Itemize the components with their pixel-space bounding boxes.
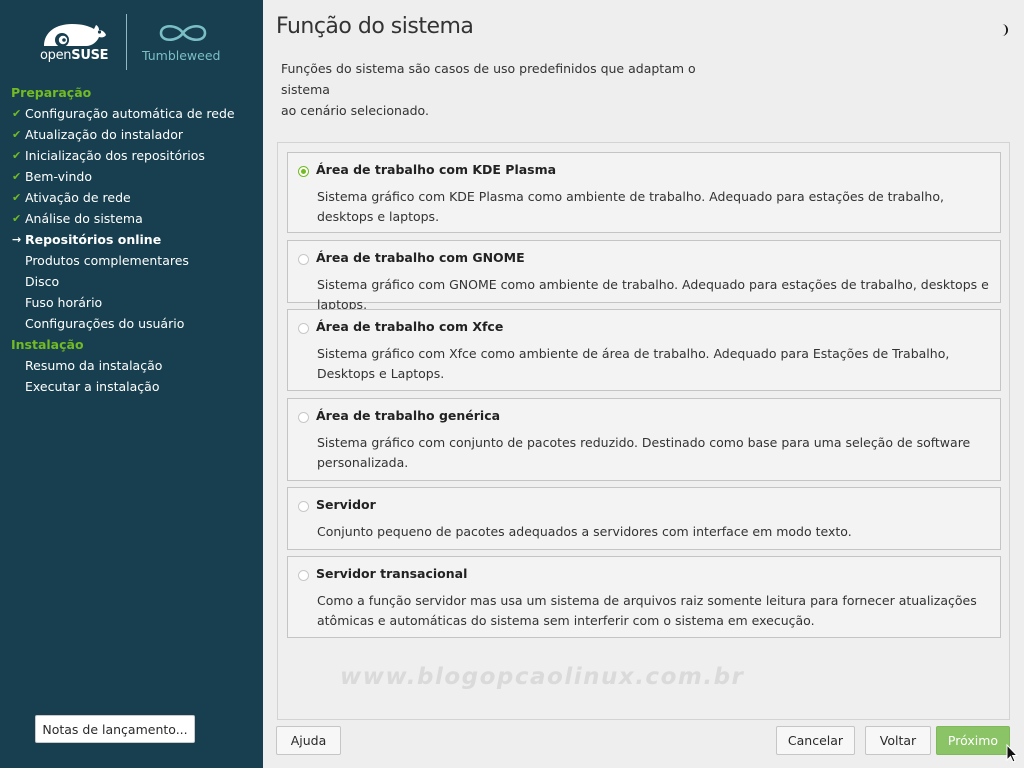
sidebar-step: Resumo da instalação: [0, 355, 263, 376]
gecko-icon: [44, 24, 106, 47]
sidebar-section-title: Preparação: [11, 85, 92, 100]
sidebar-step-label: Resumo da instalação: [25, 358, 163, 373]
cancel-button[interactable]: Cancelar: [776, 726, 855, 755]
checkmark-icon: ✔: [12, 107, 22, 120]
system-role-option[interactable]: Área de trabalho genérica Sistema gráfico…: [287, 398, 1001, 481]
arrow-right-icon: →: [12, 233, 22, 246]
system-role-description: Conjunto pequeno de pacotes adequados a …: [317, 524, 852, 539]
infinity-icon: [159, 24, 207, 42]
system-role-option[interactable]: Área de trabalho com Xfce Sistema gráfico…: [287, 309, 1001, 391]
intro-line: ao cenário selecionado.: [281, 103, 429, 118]
sidebar-step-label: Atualização do instalador: [25, 127, 184, 142]
system-role-title[interactable]: Área de trabalho genérica: [316, 408, 500, 423]
radio-icon[interactable]: [298, 412, 309, 423]
intro-text: Funções do sistema são casos de uso pred…: [281, 58, 741, 121]
sidebar: openSUSE Tumbleweed Preparação ✔ Configura…: [0, 0, 263, 768]
sidebar-step-label: Configurações do usuário: [25, 316, 185, 331]
sidebar-step-label: Análise do sistema: [25, 211, 143, 226]
release-notes-button[interactable]: Notas de lançamento...: [35, 715, 195, 743]
sidebar-step: Fuso horário: [0, 292, 263, 313]
mouse-cursor-icon: [1006, 744, 1018, 763]
opensuse-logo-text: openSUSE: [40, 48, 109, 63]
sidebar-step: Configurações do usuário: [0, 313, 263, 334]
sidebar-step: Produtos complementares: [0, 250, 263, 271]
system-role-description: Sistema gráfico com Xfce como ambiente d…: [317, 346, 950, 381]
checkmark-icon: ✔: [12, 149, 22, 162]
theme-toggle-icon[interactable]: [993, 22, 1009, 38]
system-role-option[interactable]: Área de trabalho com GNOME Sistema gráfic…: [287, 240, 1001, 312]
radio-selected-icon[interactable]: [298, 166, 309, 177]
logo-divider: [126, 14, 127, 70]
help-button[interactable]: Ajuda: [276, 726, 341, 755]
checkmark-icon: ✔: [12, 212, 22, 225]
sidebar-step-label: Produtos complementares: [25, 253, 189, 268]
sidebar-step: Disco: [0, 271, 263, 292]
system-role-option[interactable]: Servidor Conjunto pequeno de pacotes adeq…: [287, 487, 1001, 550]
tumbleweed-label: Tumbleweed: [142, 48, 221, 63]
back-button[interactable]: Voltar: [865, 726, 931, 755]
checkmark-icon: ✔: [12, 128, 22, 141]
system-role-option[interactable]: Área de trabalho com KDE Plasma Sistema g…: [287, 152, 1001, 233]
sidebar-step-label: Repositórios online: [25, 232, 162, 247]
system-role-description: Como a função servidor mas usa um sistem…: [317, 593, 977, 628]
watermark-text: www.blogopcaolinux.com.br: [340, 664, 745, 690]
radio-icon[interactable]: [298, 323, 309, 334]
sidebar-section-title: Instalação: [11, 337, 84, 352]
sidebar-step: → Repositórios online: [0, 229, 263, 250]
sidebar-step-label: Executar a instalação: [25, 379, 160, 394]
radio-icon[interactable]: [298, 570, 309, 581]
system-role-title[interactable]: Área de trabalho com Xfce: [316, 319, 503, 334]
sidebar-step-label: Ativação de rede: [25, 190, 131, 205]
system-role-title[interactable]: Servidor: [316, 497, 376, 512]
radio-icon[interactable]: [298, 501, 309, 512]
checkmark-icon: ✔: [12, 191, 22, 204]
logo-area: openSUSE Tumbleweed: [0, 0, 263, 78]
system-role-description: Sistema gráfico com conjunto de pacotes …: [317, 435, 971, 470]
intro-line: Funções do sistema são casos de uso pred…: [281, 61, 696, 97]
sidebar-step-label: Fuso horário: [25, 295, 103, 310]
radio-icon[interactable]: [298, 254, 309, 265]
sidebar-step-label: Bem-vindo: [25, 169, 92, 184]
sidebar-step: ✔ Atualização do instalador: [0, 124, 263, 145]
system-role-description: Sistema gráfico com KDE Plasma como ambi…: [317, 189, 944, 224]
sidebar-step: ✔ Bem-vindo: [0, 166, 263, 187]
page-title: Função do sistema: [276, 14, 474, 39]
sidebar-step-label: Inicialização dos repositórios: [25, 148, 205, 163]
system-role-option[interactable]: Servidor transacional Como a função servi…: [287, 556, 1001, 638]
sidebar-step: ✔ Inicialização dos repositórios: [0, 145, 263, 166]
sidebar-step: ✔ Ativação de rede: [0, 187, 263, 208]
checkmark-icon: ✔: [12, 170, 22, 183]
system-role-title[interactable]: Área de trabalho com GNOME: [316, 250, 525, 265]
sidebar-step: ✔ Configuração automática de rede: [0, 103, 263, 124]
sidebar-step-label: Configuração automática de rede: [25, 106, 235, 121]
system-role-list: Área de trabalho com KDE Plasma Sistema g…: [277, 142, 1010, 720]
next-button[interactable]: Próximo: [936, 726, 1010, 755]
sidebar-step: Executar a instalação: [0, 376, 263, 397]
installation-steps: Preparação ✔ Configuração automática de re…: [0, 82, 263, 397]
system-role-title[interactable]: Área de trabalho com KDE Plasma: [316, 162, 556, 177]
sidebar-step: ✔ Análise do sistema: [0, 208, 263, 229]
system-role-title[interactable]: Servidor transacional: [316, 566, 467, 581]
sidebar-step-label: Disco: [25, 274, 60, 289]
